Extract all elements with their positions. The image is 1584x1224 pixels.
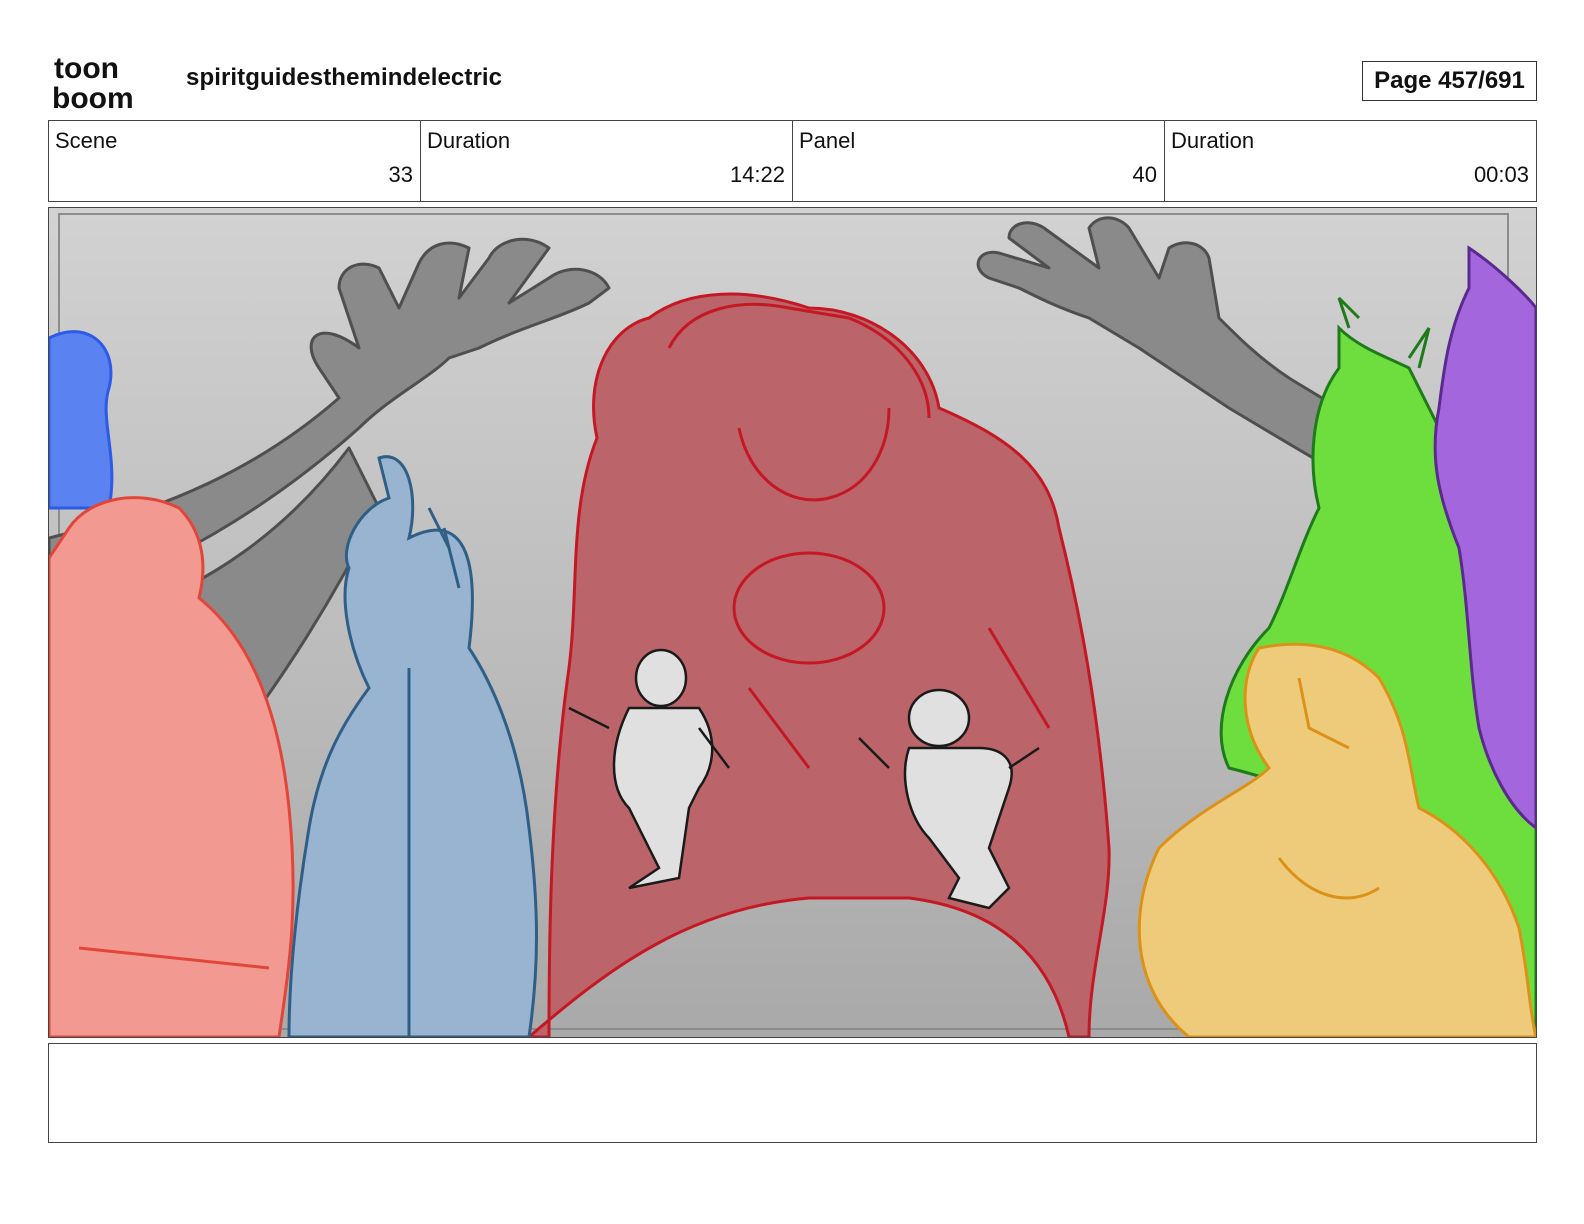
storyboard-panel xyxy=(48,207,1537,1038)
panel-value: 40 xyxy=(1132,162,1157,187)
scene-label: Scene xyxy=(55,128,118,153)
panel-artwork xyxy=(49,208,1536,1037)
panel-label: Panel xyxy=(799,128,856,153)
scene-cell: Scene 33 xyxy=(49,121,421,201)
panel-duration-cell: Duration 00:03 xyxy=(1165,121,1536,201)
panel-cell: Panel 40 xyxy=(793,121,1165,201)
toonboom-logo: toon boom xyxy=(52,52,134,112)
scene-info-table: Scene 33 Duration 14:22 Panel 40 Duratio… xyxy=(48,120,1537,202)
scene-value: 33 xyxy=(388,162,413,187)
page-indicator: Page 457/691 xyxy=(1362,61,1537,101)
panel-duration-label: Duration xyxy=(1171,128,1255,153)
project-title: spiritguidesthemindelectric xyxy=(186,64,503,91)
panel-notes-box xyxy=(48,1043,1537,1143)
scene-duration-cell: Duration 14:22 xyxy=(421,121,793,201)
logo-line-top: toon xyxy=(54,52,119,85)
logo-line-bottom: boom xyxy=(52,82,134,112)
panel-duration-value: 00:03 xyxy=(1473,162,1529,187)
fist xyxy=(732,551,886,665)
scene-duration-label: Duration xyxy=(427,128,511,153)
scene-duration-value: 14:22 xyxy=(729,162,785,187)
